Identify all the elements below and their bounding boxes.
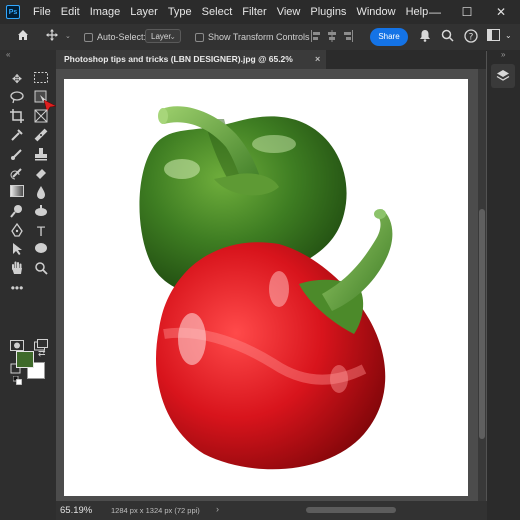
pepper-photo xyxy=(139,106,393,470)
show-transform-label: Show Transform Controls xyxy=(208,32,310,42)
home-icon[interactable] xyxy=(16,28,30,45)
chevron-down-icon[interactable]: ⌄ xyxy=(65,32,71,40)
auto-select-label: Auto-Select: xyxy=(97,32,147,42)
right-panel-dock: » xyxy=(487,50,520,520)
dropdown-value: Layer xyxy=(151,32,172,41)
healing-brush-icon[interactable] xyxy=(32,128,50,144)
notification-icon[interactable] xyxy=(419,29,431,45)
photoshop-logo: Ps xyxy=(6,5,20,19)
eraser-icon[interactable] xyxy=(32,166,50,182)
more-tools-icon[interactable]: ••• xyxy=(8,280,26,296)
help-icon[interactable]: ? xyxy=(464,29,478,46)
dodge-icon[interactable] xyxy=(8,204,26,220)
auto-select-checkbox[interactable]: Auto-Select: xyxy=(84,32,147,43)
close-tab-icon[interactable]: × xyxy=(315,50,320,69)
brush-icon[interactable] xyxy=(8,147,26,163)
menu-edit[interactable]: Edit xyxy=(56,0,85,24)
svg-text:?: ? xyxy=(469,33,474,43)
chevron-down-icon: ⌄ xyxy=(169,32,176,41)
blur-icon[interactable] xyxy=(32,185,50,201)
frame-icon[interactable] xyxy=(32,109,50,125)
lasso-icon[interactable] xyxy=(8,90,26,106)
eyedropper-icon[interactable] xyxy=(8,128,26,144)
toolbox: « ✥ T ••• ⇄ xyxy=(0,50,57,520)
hand-icon[interactable] xyxy=(8,261,26,277)
menu-window[interactable]: Window xyxy=(351,0,400,24)
align-center-icon[interactable] xyxy=(327,30,337,42)
menu-layer[interactable]: Layer xyxy=(125,0,163,24)
align-left-icon[interactable] xyxy=(311,30,321,42)
foreground-color-swatch-top[interactable] xyxy=(16,351,34,368)
history-brush-icon[interactable] xyxy=(8,166,26,182)
document-canvas[interactable] xyxy=(64,79,468,496)
show-transform-checkbox[interactable]: Show Transform Controls xyxy=(195,32,310,43)
screen-mode-icon[interactable] xyxy=(32,339,50,355)
share-button[interactable]: Share xyxy=(370,28,408,46)
options-bar: ⌄ Auto-Select: Layer ⌄ Show Transform Con… xyxy=(0,24,520,51)
status-bar: 65.19% 1284 px x 1324 px (72 ppi) › xyxy=(56,501,487,520)
layers-panel-icon[interactable] xyxy=(491,64,515,88)
menu-filter[interactable]: Filter xyxy=(237,0,271,24)
expand-panels-icon[interactable]: » xyxy=(501,50,505,59)
minimize-button[interactable]: — xyxy=(420,0,450,24)
menu-file[interactable]: File xyxy=(28,0,56,24)
pen-icon[interactable] xyxy=(8,222,26,239)
document-dimensions: 1284 px x 1324 px (72 ppi) xyxy=(111,506,200,515)
path-selection-icon[interactable] xyxy=(8,242,26,258)
workspace-icon[interactable] xyxy=(487,29,500,44)
move-icon[interactable] xyxy=(45,28,59,44)
maximize-button[interactable]: ☐ xyxy=(452,0,482,24)
menu-view[interactable]: View xyxy=(272,0,306,24)
clone-stamp-icon[interactable] xyxy=(32,147,50,163)
type-icon[interactable]: T xyxy=(32,223,50,239)
menu-type[interactable]: Type xyxy=(163,0,197,24)
auto-select-target-dropdown[interactable]: Layer ⌄ xyxy=(145,29,181,43)
menu-plugins[interactable]: Plugins xyxy=(305,0,351,24)
shape-icon[interactable] xyxy=(32,242,50,258)
move-tool-icon[interactable]: ✥ xyxy=(8,71,26,87)
zoom-icon[interactable] xyxy=(32,261,50,277)
collapse-toolbox-icon[interactable]: « xyxy=(6,50,10,59)
menu-image[interactable]: Image xyxy=(85,0,126,24)
search-icon[interactable] xyxy=(441,29,454,45)
smudge-icon[interactable] xyxy=(32,204,50,220)
vertical-scroll-thumb[interactable] xyxy=(479,209,485,439)
chevron-down-icon[interactable]: ⌄ xyxy=(505,31,512,40)
status-menu-arrow[interactable]: › xyxy=(216,504,219,514)
close-button[interactable]: ✕ xyxy=(486,0,516,24)
vertical-scrollbar[interactable] xyxy=(478,69,486,501)
gradient-icon[interactable] xyxy=(8,185,26,201)
crop-icon[interactable] xyxy=(8,109,26,125)
marquee-icon[interactable] xyxy=(32,71,50,87)
zoom-level[interactable]: 65.19% xyxy=(60,505,92,516)
align-right-icon[interactable] xyxy=(343,30,353,42)
menu-select[interactable]: Select xyxy=(197,0,238,24)
document-tab[interactable]: Photoshop tips and tricks (LBN DESIGNER)… xyxy=(56,50,326,83)
document-tab-bar: Photoshop tips and tricks (LBN DESIGNER)… xyxy=(56,50,486,83)
horizontal-scroll-thumb[interactable] xyxy=(306,507,396,513)
